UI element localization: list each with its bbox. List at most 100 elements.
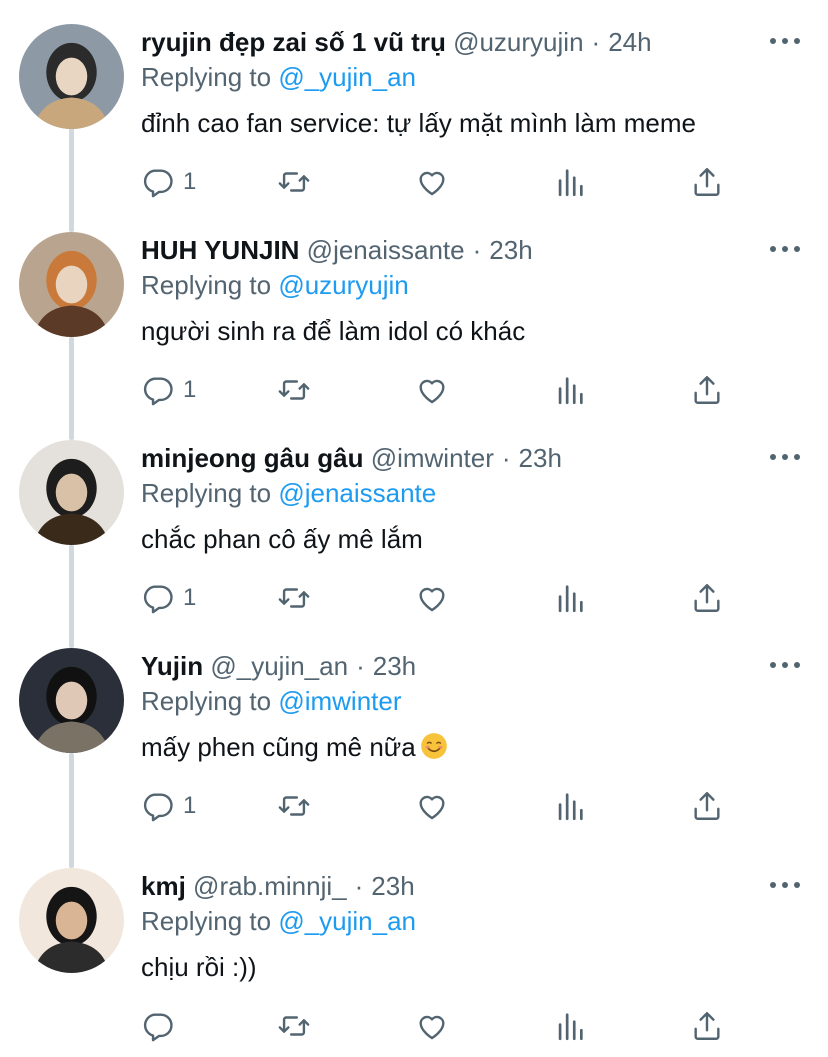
reply-button[interactable]: 1 <box>141 368 196 412</box>
more-icon[interactable] <box>770 658 800 672</box>
timestamp[interactable]: 23h <box>373 651 416 681</box>
retweet-button[interactable] <box>277 1004 311 1048</box>
views-button[interactable] <box>553 784 587 828</box>
like-button[interactable] <box>415 576 449 620</box>
timestamp[interactable]: 23h <box>489 235 532 265</box>
replying-to-handle-link[interactable]: @_yujin_an <box>278 906 416 936</box>
replying-to: Replying to @_yujin_an <box>141 60 416 94</box>
tweet-text: chịu rồi :)) <box>141 949 257 985</box>
tweet-text: mấy phen cũng mê nữa <box>141 729 448 765</box>
reply-button[interactable] <box>141 1004 183 1048</box>
share-button[interactable] <box>690 576 724 620</box>
user-handle[interactable]: @uzuryujin <box>453 27 583 57</box>
display-name[interactable]: Yujin <box>141 651 203 681</box>
replying-to-label: Replying to <box>141 686 272 716</box>
tweet-actions: 1 <box>141 784 741 828</box>
tweet-text-content: người sinh ra để làm idol có khác <box>141 316 526 346</box>
retweet-icon <box>277 581 311 615</box>
tweet-header: HUH YUNJIN @jenaissante · 23h <box>141 233 533 267</box>
tweet-actions: 1 <box>141 160 741 204</box>
user-handle[interactable]: @rab.minnji_ <box>193 871 347 901</box>
reply-count: 1 <box>183 376 197 403</box>
user-handle[interactable]: @imwinter <box>371 443 494 473</box>
replying-to-handle-link[interactable]: @imwinter <box>278 686 401 716</box>
smiling-face-emoji-icon <box>420 733 447 759</box>
views-icon <box>553 789 587 823</box>
reply-tweet[interactable]: minjeong gâu gâu @imwinter · 23h Replying t… <box>0 416 828 624</box>
display-name[interactable]: kmj <box>141 871 186 901</box>
separator-dot: · <box>472 235 482 265</box>
share-icon <box>690 373 724 407</box>
timestamp[interactable]: 23h <box>519 443 562 473</box>
replying-to-handle-link[interactable]: @jenaissante <box>278 478 436 508</box>
reply-tweet[interactable]: Yujin @_yujin_an · 23h Replying to @imwinte… <box>0 624 828 832</box>
reply-count: 1 <box>183 584 197 611</box>
reply-button[interactable]: 1 <box>141 160 196 204</box>
share-button[interactable] <box>690 160 724 204</box>
separator-dot: · <box>591 27 601 57</box>
views-button[interactable] <box>553 368 587 412</box>
retweet-icon <box>277 1009 311 1043</box>
more-icon[interactable] <box>770 878 800 892</box>
avatar[interactable] <box>19 868 124 973</box>
timestamp[interactable]: 24h <box>608 27 651 57</box>
share-button[interactable] <box>690 1004 724 1048</box>
replying-to: Replying to @uzuryujin <box>141 268 409 302</box>
views-button[interactable] <box>553 1004 587 1048</box>
tweet-header: minjeong gâu gâu @imwinter · 23h <box>141 441 562 475</box>
tweet-text: đỉnh cao fan service: tự lấy mặt mình là… <box>141 105 696 141</box>
share-button[interactable] <box>690 368 724 412</box>
tweet-text-content: chịu rồi :)) <box>141 952 257 982</box>
avatar[interactable] <box>19 440 124 545</box>
reply-count: 1 <box>183 168 197 195</box>
retweet-icon <box>277 373 311 407</box>
user-handle[interactable]: @jenaissante <box>307 235 465 265</box>
share-icon <box>690 789 724 823</box>
tweet-text: người sinh ra để làm idol có khác <box>141 313 525 349</box>
more-icon[interactable] <box>770 450 800 464</box>
replying-to-label: Replying to <box>141 62 272 92</box>
reply-icon <box>141 373 175 407</box>
display-name[interactable]: minjeong gâu gâu <box>141 443 363 473</box>
views-icon <box>553 165 587 199</box>
reply-button[interactable]: 1 <box>141 784 196 828</box>
display-name[interactable]: ryujin đẹp zai số 1 vũ trụ <box>141 27 446 57</box>
user-handle[interactable]: @_yujin_an <box>210 651 348 681</box>
retweet-button[interactable] <box>277 784 311 828</box>
avatar[interactable] <box>19 24 124 129</box>
tweet-header: ryujin đẹp zai số 1 vũ trụ @uzuryujin · 24… <box>141 25 652 59</box>
tweet-header: Yujin @_yujin_an · 23h <box>141 649 416 683</box>
retweet-icon <box>277 789 311 823</box>
more-icon[interactable] <box>770 242 800 256</box>
tweet-header: kmj @rab.minnji_ · 23h <box>141 869 415 903</box>
share-button[interactable] <box>690 784 724 828</box>
replying-to-handle-link[interactable]: @_yujin_an <box>278 62 416 92</box>
reply-tweet[interactable]: kmj @rab.minnji_ · 23h Replying to @_yujin_… <box>0 844 828 1052</box>
share-icon <box>690 165 724 199</box>
like-button[interactable] <box>415 1004 449 1048</box>
reply-tweet[interactable]: HUH YUNJIN @jenaissante · 23h Replying to @… <box>0 208 828 416</box>
tweet-text-content: mấy phen cũng mê nữa <box>141 732 416 762</box>
like-button[interactable] <box>415 784 449 828</box>
views-button[interactable] <box>553 576 587 620</box>
views-icon <box>553 581 587 615</box>
separator-dot: · <box>354 871 364 901</box>
reply-button[interactable]: 1 <box>141 576 196 620</box>
reply-icon <box>141 581 175 615</box>
like-button[interactable] <box>415 160 449 204</box>
views-button[interactable] <box>553 160 587 204</box>
timestamp[interactable]: 23h <box>371 871 414 901</box>
display-name[interactable]: HUH YUNJIN <box>141 235 299 265</box>
replying-to: Replying to @_yujin_an <box>141 904 416 938</box>
avatar[interactable] <box>19 648 124 753</box>
retweet-button[interactable] <box>277 576 311 620</box>
reply-tweet[interactable]: ryujin đẹp zai số 1 vũ trụ @uzuryujin · 24… <box>0 0 828 208</box>
retweet-button[interactable] <box>277 160 311 204</box>
more-icon[interactable] <box>770 34 800 48</box>
avatar[interactable] <box>19 232 124 337</box>
like-button[interactable] <box>415 368 449 412</box>
like-icon <box>415 581 449 615</box>
retweet-button[interactable] <box>277 368 311 412</box>
replying-to-handle-link[interactable]: @uzuryujin <box>278 270 408 300</box>
separator-dot: · <box>501 443 511 473</box>
